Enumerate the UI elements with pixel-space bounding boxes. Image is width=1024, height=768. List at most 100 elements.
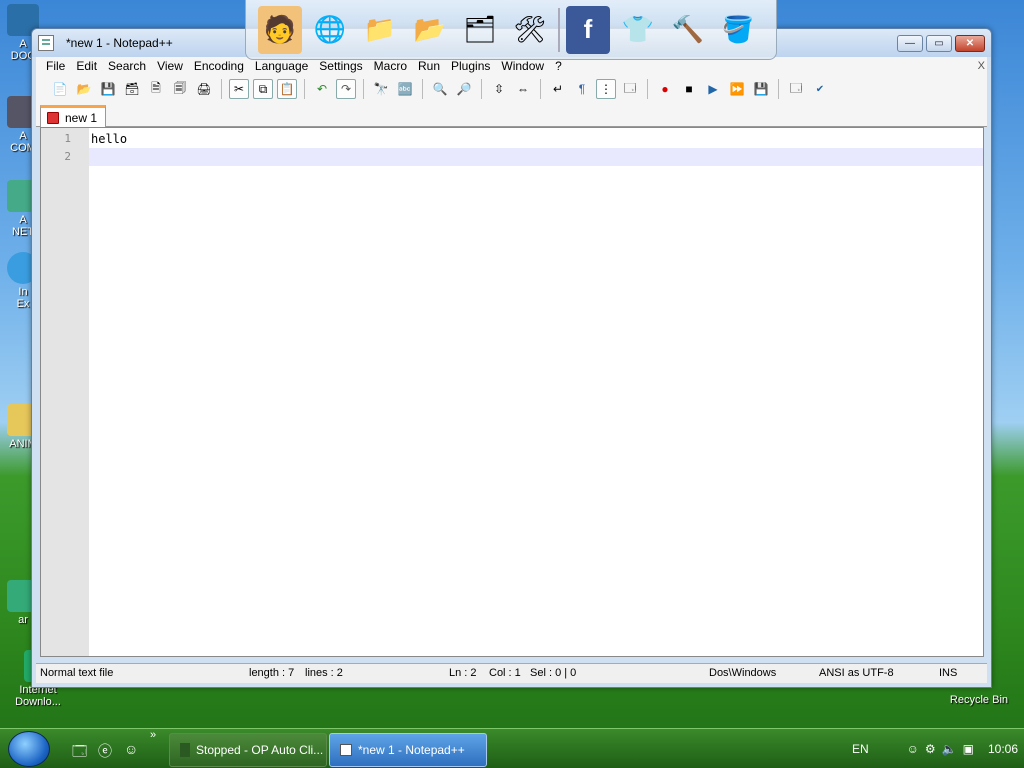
toolbar-separator [363,79,364,99]
close-button[interactable]: ✕ [955,34,985,52]
status-eol: Dos\Windows [709,667,777,679]
status-encoding: ANSI as UTF-8 [819,667,894,679]
menu-help[interactable]: ? [555,59,562,73]
toolbar-separator [422,79,423,99]
run-macro-multiple-icon[interactable]: ⏩ [727,79,747,99]
spellcheck-icon[interactable]: ✔ [810,79,830,99]
power-icon[interactable]: ▣ [963,742,974,756]
app-icon [180,743,190,757]
editor-line-current[interactable] [89,148,983,166]
menu-file[interactable]: File [46,59,65,73]
facebook-icon[interactable]: f [566,5,610,54]
status-lines: lines : 2 [305,667,343,679]
status-file-type: Normal text file [40,667,114,679]
paste-icon[interactable]: 📋 [277,79,297,99]
bucket-icon[interactable]: 🪣 [716,6,760,54]
editor-area[interactable]: 1 2 hello [40,127,984,657]
zoom-out-icon[interactable]: 🔎 [454,79,474,99]
tshirt-icon[interactable]: 👕 [616,6,660,54]
line-number-gutter: 1 2 [41,128,89,656]
menu-macro[interactable]: Macro [374,59,407,73]
recycle-bin-label[interactable]: Recycle Bin [950,694,1008,706]
notepadpp-window: *new 1 - Notepad++ — ▭ ✕ File Edit Searc… [31,28,992,688]
notepad-app-icon [340,744,352,756]
folder-pictures-icon[interactable]: 🗂 [458,6,502,54]
task-label: *new 1 - Notepad++ [358,743,465,757]
replace-icon[interactable]: 🔤 [395,79,415,99]
document-tab-bar: new 1 [36,103,987,127]
undo-icon[interactable]: ↶ [312,79,332,99]
tools-icon[interactable]: 🛠 [508,6,552,54]
status-sel: Sel : 0 | 0 [530,667,577,679]
task-notepadpp[interactable]: *new 1 - Notepad++ [329,733,487,767]
notepad-app-icon[interactable] [38,35,54,51]
volume-icon[interactable]: 🔈 [942,742,957,756]
redo-icon[interactable]: ↷ [336,79,356,99]
word-wrap-icon[interactable]: ↵ [548,79,568,99]
close-all-icon[interactable]: 🗐 [170,79,190,99]
smiley-icon[interactable]: ☺ [907,742,919,756]
find-icon[interactable]: 🔭 [371,79,391,99]
show-desktop-icon[interactable]: 🗔 [72,741,90,759]
menu-plugins[interactable]: Plugins [451,59,490,73]
toolbar-separator [647,79,648,99]
task-label: Stopped - OP Auto Cli... [196,743,324,757]
status-ln: Ln : 2 [449,667,477,679]
menu-window[interactable]: Window [501,59,544,73]
save-macro-icon[interactable]: 💾 [751,79,771,99]
status-bar: Normal text file length : 7 lines : 2 Ln… [36,663,987,683]
tab-new-1[interactable]: new 1 [40,105,107,127]
clock[interactable]: 10:06 [988,742,1018,756]
task-op-auto-clicker[interactable]: Stopped - OP Auto Cli... [169,733,327,767]
unsaved-file-icon [47,111,59,124]
close-file-icon[interactable]: 🗎 [146,79,166,99]
status-col: Col : 1 [489,667,521,679]
menu-run[interactable]: Run [418,59,440,73]
system-tray: EN ☺ ⚙ 🔈 ▣ 10:06 [852,729,1024,768]
naruto-avatar-icon[interactable]: 🧑 [258,5,302,54]
play-macro-icon[interactable]: ▶ [703,79,723,99]
open-file-icon[interactable]: 📂 [74,79,94,99]
toolbar-separator [778,79,779,99]
record-macro-icon[interactable]: ● [655,79,675,99]
menu-edit[interactable]: Edit [76,59,97,73]
editor-line[interactable]: hello [89,130,983,148]
menu-view[interactable]: View [157,59,183,73]
menu-encoding[interactable]: Encoding [194,59,244,73]
save-icon[interactable]: 💾 [98,79,118,99]
language-indicator[interactable]: EN [852,742,869,756]
indent-guide-icon[interactable]: ⋮ [596,79,616,99]
restore-button[interactable]: ▭ [926,34,952,52]
menu-settings[interactable]: Settings [319,59,362,73]
dock-separator [558,7,560,52]
folder-music-icon[interactable]: 📂 [408,6,452,54]
folder-as-workspace-icon[interactable]: 🗔 [620,79,640,99]
sync-vertical-icon[interactable]: ⇳ [489,79,509,99]
sync-horizontal-icon[interactable]: ⇔ [513,79,533,99]
network-status-icon[interactable]: ⚙ [925,742,936,756]
launch-browser-icon[interactable]: 🗔 [786,79,806,99]
globe-icon[interactable]: 🌐 [308,6,352,54]
folder-docs-icon[interactable]: 📁 [358,6,402,54]
line-number: 1 [64,132,71,145]
minimize-button[interactable]: — [897,34,923,52]
stop-macro-icon[interactable]: ■ [679,79,699,99]
start-button[interactable] [8,731,50,767]
toolbar-separator [481,79,482,99]
close-document-x[interactable]: X [978,60,985,72]
messenger-icon[interactable]: ☺ [124,741,142,759]
menu-language[interactable]: Language [255,59,308,73]
menu-search[interactable]: Search [108,59,146,73]
zoom-in-icon[interactable]: 🔍 [430,79,450,99]
quicklaunch-chevron-icon[interactable]: » [150,729,168,747]
print-icon[interactable]: 🖨 [194,79,214,99]
cut-icon[interactable]: ✂ [229,79,249,99]
internet-explorer-icon[interactable]: ⓔ [98,741,116,759]
show-all-chars-icon[interactable]: ¶ [572,79,592,99]
new-file-icon[interactable]: 📄 [50,79,70,99]
copy-icon[interactable]: ⧉ [253,79,273,99]
hammer-icon[interactable]: 🔨 [666,6,710,54]
save-all-icon[interactable]: 🗃 [122,79,142,99]
tab-label: new 1 [65,110,98,125]
text-content[interactable]: hello [89,128,983,656]
